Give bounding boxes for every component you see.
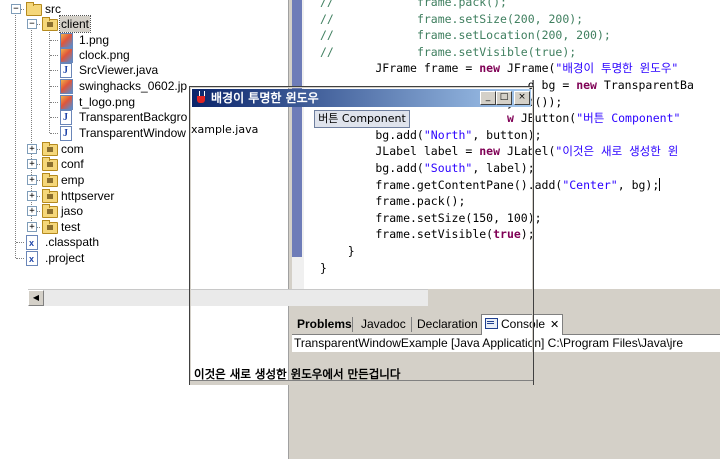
java-file-icon: J xyxy=(60,110,72,125)
code-comment: frame.setLocation(200, 200); xyxy=(333,28,611,43)
tree-item-1-png[interactable]: 1.png xyxy=(0,32,288,48)
package-folder-icon xyxy=(42,220,58,234)
code-comment: frame.setVisible(true); xyxy=(333,44,577,59)
tree-connector xyxy=(16,242,24,243)
code-keyword: new xyxy=(479,61,501,76)
image-file-icon xyxy=(60,48,73,63)
text-cursor xyxy=(659,177,661,191)
window-bottom-edge xyxy=(190,380,533,385)
expand-plus-icon[interactable]: + xyxy=(27,191,37,201)
collapse-minus-icon[interactable]: − xyxy=(27,19,37,29)
code-line[interactable]: // frame.setSize(200, 200); xyxy=(320,11,694,28)
minimize-button[interactable]: _ xyxy=(480,91,496,105)
xml-file-icon: x xyxy=(26,235,38,250)
window-title: 배경이 투명한 윈도우 xyxy=(211,91,319,105)
tree-connector xyxy=(50,55,58,56)
tree-item-label: 1.png xyxy=(79,33,110,47)
tree-item-label: .project xyxy=(45,251,85,265)
tree-connector xyxy=(50,133,58,134)
java-file-icon: J xyxy=(60,63,72,78)
package-folder-icon xyxy=(42,173,58,187)
package-folder-icon xyxy=(42,17,58,31)
image-file-icon xyxy=(60,33,73,48)
code-comment: frame.pack(); xyxy=(333,0,507,9)
tree-item-label: conf xyxy=(61,157,84,171)
tree-item-label: swinghacks_0602.jp xyxy=(79,79,188,93)
image-file-icon xyxy=(60,95,73,110)
source-folder-icon xyxy=(26,2,42,16)
tree-item-label: client xyxy=(58,15,92,33)
tree-item-srcviewer-java[interactable]: J SrcViewer.java xyxy=(0,62,288,78)
expand-plus-icon[interactable]: + xyxy=(27,222,37,232)
tree-item-label: SrcViewer.java xyxy=(79,63,159,77)
tree-item-label: test xyxy=(61,220,81,234)
window-titlebar[interactable]: 배경이 투명한 윈도우 _ □ × xyxy=(192,89,531,107)
code-keyword: new xyxy=(576,77,597,92)
code-comment: frame.setSize(200, 200); xyxy=(333,11,584,26)
code-token: TransparentBa xyxy=(596,77,694,92)
tree-item-label: clock.png xyxy=(79,48,130,62)
close-icon[interactable]: ✕ xyxy=(550,319,559,331)
tree-item-label: httpserver xyxy=(61,189,115,203)
xml-file-icon: x xyxy=(26,251,38,266)
code-comment: // xyxy=(320,28,334,43)
package-folder-icon xyxy=(42,157,58,171)
code-token: , bg); xyxy=(617,177,660,192)
component-button[interactable]: 버튼 Component xyxy=(314,110,410,128)
tree-connector xyxy=(50,70,58,71)
tree-item-label: jaso xyxy=(61,204,84,218)
collapse-minus-icon[interactable]: − xyxy=(11,4,21,14)
tree-connector xyxy=(16,258,24,259)
code-line[interactable]: // frame.setVisible(true); xyxy=(320,44,694,61)
see-through-text: xample.java xyxy=(191,123,259,136)
tree-item-label: emp xyxy=(61,173,85,187)
expand-plus-icon[interactable]: + xyxy=(27,206,37,216)
tree-item-client[interactable]: − client xyxy=(0,15,288,33)
code-token: JFrame frame = xyxy=(320,61,480,76)
tree-item-label: t_logo.png xyxy=(79,95,136,109)
code-comment: // xyxy=(320,0,334,9)
code-comment: // xyxy=(320,11,334,26)
code-string: "이것은 새로 생성한 윈 xyxy=(555,144,679,159)
code-token: JFrame( xyxy=(500,61,556,76)
code-comment: // xyxy=(320,44,334,59)
tree-item-label: com xyxy=(61,142,84,156)
package-folder-icon xyxy=(42,204,58,218)
tree-connector xyxy=(50,86,58,87)
tree-item-label: src xyxy=(45,2,61,16)
package-folder-icon xyxy=(42,142,58,156)
code-string: "배경이 투명한 윈도우" xyxy=(555,61,679,76)
scroll-left-icon[interactable]: ◀ xyxy=(28,290,44,306)
tree-item-label: TransparentBackgro xyxy=(79,110,188,124)
code-line[interactable]: // frame.setLocation(200, 200); xyxy=(320,27,694,44)
tree-connector xyxy=(50,102,58,103)
expand-plus-icon[interactable]: + xyxy=(27,144,37,154)
package-folder-icon xyxy=(42,189,58,203)
java-cup-icon xyxy=(196,91,207,104)
java-file-icon: J xyxy=(60,126,72,141)
tree-item-label: .classpath xyxy=(45,235,100,249)
close-button[interactable]: × xyxy=(514,91,530,105)
maximize-button[interactable]: □ xyxy=(496,91,512,105)
image-file-icon xyxy=(60,79,73,94)
code-string: "Center" xyxy=(562,177,618,192)
transparent-java-window[interactable]: xample.java 배경이 투명한 윈도우 _ □ × 버튼 Compone… xyxy=(189,86,534,385)
code-line[interactable]: JFrame frame = new JFrame("배경이 투명한 윈도우" xyxy=(320,60,694,77)
expand-plus-icon[interactable]: + xyxy=(27,175,37,185)
tree-item-src[interactable]: − src xyxy=(0,1,288,17)
tree-item-label: TransparentWindow xyxy=(79,126,186,140)
code-line[interactable]: // frame.pack(); xyxy=(320,0,694,11)
tree-connector xyxy=(50,117,58,118)
tree-connector xyxy=(50,40,58,41)
tree-item-clock-png[interactable]: clock.png xyxy=(0,47,288,63)
expand-plus-icon[interactable]: + xyxy=(27,159,37,169)
eclipse-workbench: − src − client 1.png clock.png J SrcViewer.java… xyxy=(0,0,720,459)
code-string: "버튼 Component" xyxy=(576,111,681,126)
